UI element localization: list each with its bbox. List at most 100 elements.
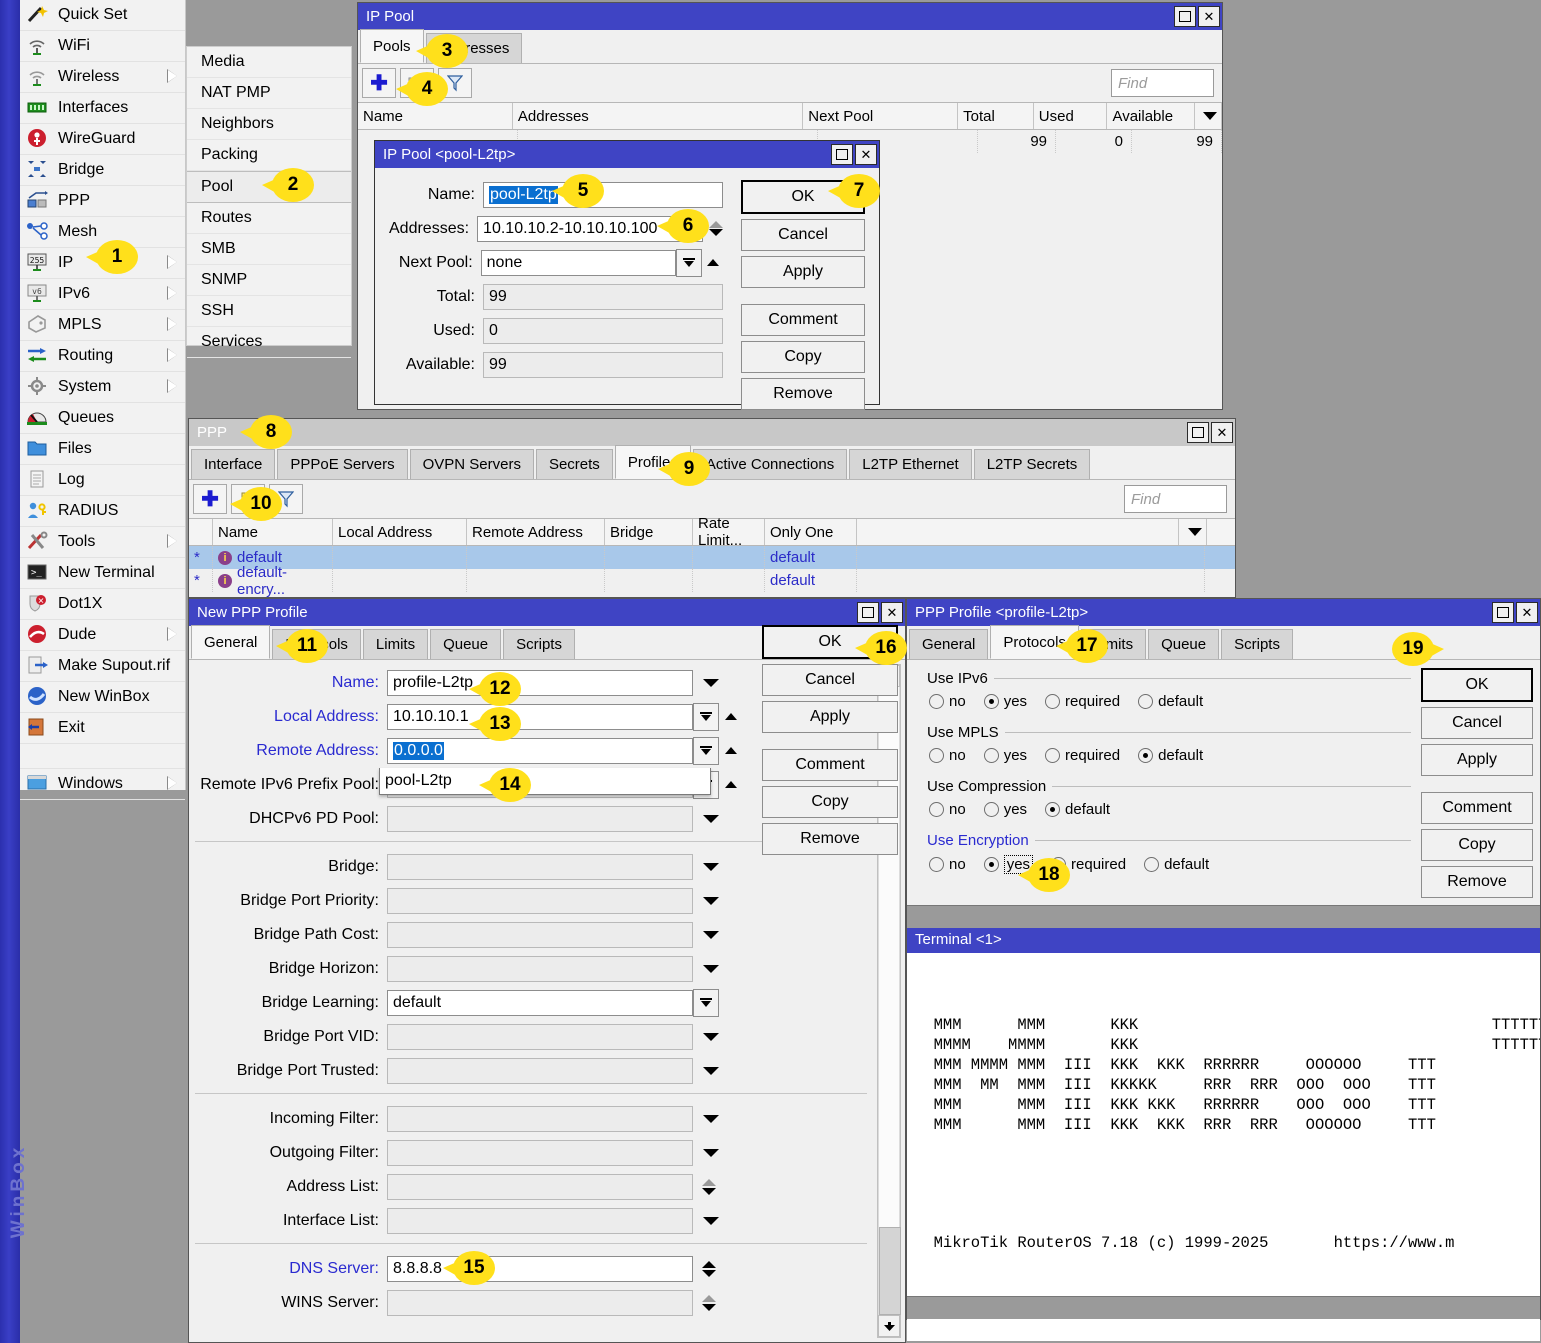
field-input-next-pool[interactable]: none [481,250,676,276]
scroll-down-button[interactable] [878,1315,900,1337]
menu-item-exit[interactable]: Exit [20,713,185,744]
close-icon[interactable]: ✕ [881,602,903,623]
dropdown-button[interactable] [693,703,719,731]
field-input-name[interactable]: profile-L2tp [387,670,693,696]
copy-button[interactable]: Copy [762,786,898,818]
find-input[interactable]: Find [1111,69,1214,97]
chevron-down-icon[interactable] [699,897,723,905]
maximize-button[interactable] [1187,422,1209,443]
chevron-down-icon[interactable] [699,1033,723,1041]
menu-item-bridge[interactable]: Bridge [20,155,185,186]
maximize-button[interactable] [1492,602,1514,623]
dropdown-button[interactable] [676,249,701,277]
field-input-remote-address[interactable]: 0.0.0.0 [387,738,693,764]
tab-pools[interactable]: Pools [360,29,424,63]
dropdown-button[interactable] [693,989,719,1017]
field-input-dhcpv6-pd-pool[interactable] [387,806,693,832]
chevron-down-icon[interactable] [699,1149,723,1157]
menu-item-make-supout-rif[interactable]: Make Supout.rif [20,651,185,682]
dropdown-button[interactable] [693,737,719,765]
menu-item-quick-set[interactable]: Quick Set [20,0,185,31]
field-input-dns-server[interactable]: 8.8.8.8 [387,1256,693,1282]
radio-button[interactable] [984,748,999,763]
menu-item-dot1x[interactable]: ✕Dot1X [20,589,185,620]
menu-item-tools[interactable]: Tools [20,527,185,558]
tab-scripts[interactable]: Scripts [503,629,575,659]
field-input-bridge[interactable] [387,854,693,880]
menu-item-mpls[interactable]: MPLS [20,310,185,341]
chevron-down-icon[interactable] [699,931,723,939]
tab-active-connections[interactable]: Active Connections [693,449,847,479]
cancel-button[interactable]: Cancel [762,664,898,696]
chevron-down-icon[interactable] [699,1217,723,1225]
radio-option-yes[interactable]: yes [984,801,1027,818]
field-input-local-address[interactable]: 10.10.10.1 [387,704,693,730]
field-input-bridge-port-priority[interactable] [387,888,693,914]
tab-general[interactable]: General [191,625,270,659]
column-menu-icon[interactable] [1179,519,1207,545]
column-header[interactable]: Rate Limit... [693,519,765,545]
apply-button[interactable]: Apply [1421,744,1533,776]
table-row[interactable]: *idefaultdefault [189,546,1235,569]
radio-option-no[interactable]: no [929,747,966,764]
remove-button[interactable]: Remove [762,823,898,855]
menu-item-system[interactable]: System [20,372,185,403]
menu-item-interfaces[interactable]: Interfaces [20,93,185,124]
column-header[interactable]: Name [358,103,513,129]
tab-limits[interactable]: Limits [363,629,428,659]
spinner[interactable] [699,1256,719,1282]
tab-l2tp-secrets[interactable]: L2TP Secrets [974,449,1091,479]
chevron-down-icon[interactable] [699,815,723,823]
copy-button[interactable]: Copy [1421,829,1533,861]
caret-up-icon[interactable] [719,713,743,720]
radio-button[interactable] [984,857,999,872]
radio-option-default[interactable]: default [1138,747,1203,764]
field-input-bridge-horizon[interactable] [387,956,693,982]
ip-submenu-item-neighbors[interactable]: Neighbors [187,109,351,140]
radio-button[interactable] [929,802,944,817]
add-profile-button[interactable]: ✚ [193,484,227,514]
tab-interface[interactable]: Interface [191,449,275,479]
field-input-incoming-filter[interactable] [387,1106,693,1132]
chevron-down-icon[interactable] [699,1067,723,1075]
caret-up-icon[interactable] [719,781,743,788]
caret-up-icon[interactable] [719,747,743,754]
menu-item-new-terminal[interactable]: >_New Terminal [20,558,185,589]
radio-option-no[interactable]: no [929,856,966,873]
tab-l2tp-ethernet[interactable]: L2TP Ethernet [849,449,971,479]
radio-option-default[interactable]: default [1144,856,1209,873]
close-icon[interactable]: ✕ [1198,6,1220,27]
ip-submenu-item-services[interactable]: Services [187,327,351,358]
radio-button[interactable] [1138,694,1153,709]
ok-button[interactable]: OK [1421,668,1533,702]
comment-button[interactable]: Comment [1421,792,1533,824]
field-input-bridge-learning[interactable]: default [387,990,693,1016]
chevron-down-icon[interactable] [699,1115,723,1123]
ip-submenu-item-snmp[interactable]: SNMP [187,265,351,296]
menu-item-dude[interactable]: Dude [20,620,185,651]
tab-secrets[interactable]: Secrets [536,449,613,479]
menu-item-queues[interactable]: Queues [20,403,185,434]
ip-submenu-item-packing[interactable]: Packing [187,140,351,171]
menu-item-radius[interactable]: RADIUS [20,496,185,527]
radio-button[interactable] [1138,748,1153,763]
tab-queue[interactable]: Queue [1148,629,1219,659]
find-input[interactable]: Find [1124,485,1227,513]
menu-item-windows[interactable]: Windows [20,769,185,800]
column-header[interactable]: Name [213,519,333,545]
column-header[interactable]: Available [1107,103,1194,129]
spinner[interactable] [699,1290,719,1316]
comment-button[interactable]: Comment [741,304,865,336]
column-header[interactable]: Total [958,103,1034,129]
close-icon[interactable]: ✕ [1516,602,1538,623]
radio-option-no[interactable]: no [929,693,966,710]
ip-submenu-item-nat-pmp[interactable]: NAT PMP [187,78,351,109]
ip-submenu-item-ssh[interactable]: SSH [187,296,351,327]
remove-button[interactable]: Remove [1421,866,1533,898]
remote-address-dropdown-option[interactable]: pool-L2tp [379,768,711,795]
radio-option-default[interactable]: default [1045,801,1110,818]
radio-button[interactable] [1045,802,1060,817]
maximize-button[interactable] [857,602,879,623]
menu-item-wireless[interactable]: Wireless [20,62,185,93]
column-header[interactable]: Remote Address [467,519,605,545]
